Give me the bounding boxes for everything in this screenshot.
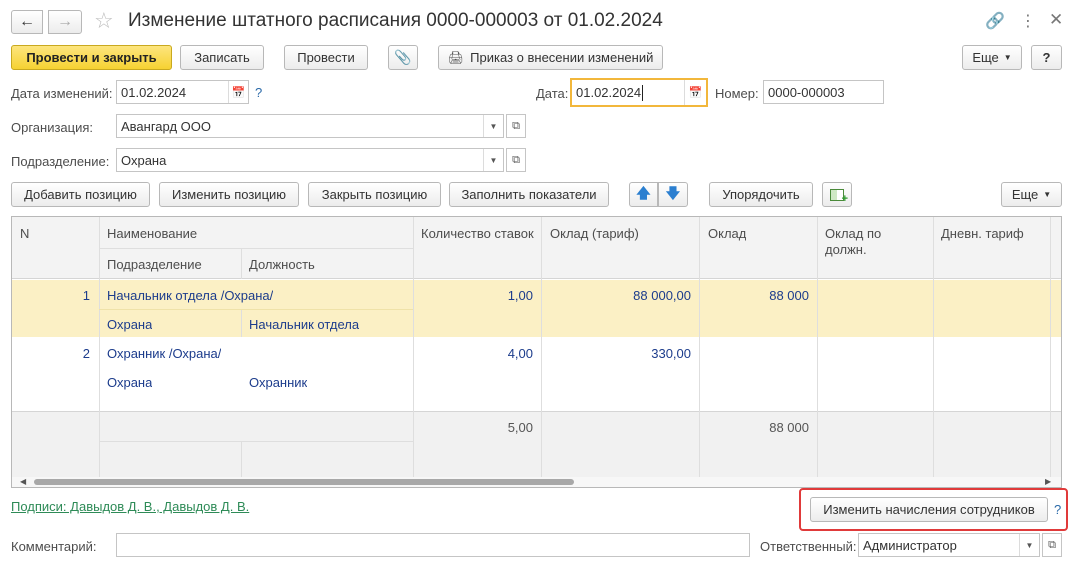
dept-label: Подразделение: [11,154,110,169]
responsible-select[interactable]: Администратор ▼ [858,533,1040,557]
header-rates[interactable]: Количество ставок [421,226,534,241]
comment-field[interactable] [116,533,750,557]
arrow-left-icon: ← [19,13,35,30]
printer-icon: 🖨 [447,49,465,65]
back-button[interactable]: ← [11,10,43,34]
change-date-label: Дата изменений: [11,86,113,101]
header-salary-by-pos-2: должн. [825,242,867,257]
row2-position: Охранник [249,375,308,390]
chevron-down-icon[interactable]: ▼ [483,149,503,171]
total-salary: 88 000 [769,420,809,435]
forward-button[interactable]: → [48,10,82,34]
total-rates: 5,00 [507,420,533,435]
row1-salary: 88 000 [769,288,809,303]
add-position-button[interactable]: Добавить позицию [11,182,150,207]
header-dept[interactable]: Подразделение [107,257,202,272]
help-icon[interactable]: ? [255,85,262,100]
link-icon[interactable]: 🔗 [985,11,1005,31]
date-field[interactable]: 01.02.2024 📅 [570,78,708,107]
header-name[interactable]: Наименование [107,226,197,241]
post-button[interactable]: Провести [284,45,368,70]
row1-position: Начальник отдела [249,317,360,332]
attach-button[interactable]: 📎 [388,45,418,70]
scroll-right-icon[interactable]: ▶ [1045,477,1051,486]
help-icon[interactable]: ? [1054,502,1061,517]
number-label: Номер: [715,86,759,101]
chevron-down-icon[interactable]: ▼ [1019,534,1039,556]
header-salary-by-pos[interactable]: Оклад по [825,226,881,241]
star-icon[interactable]: ☆ [94,8,114,34]
sort-button[interactable]: Упорядочить [709,182,813,207]
row1-n: 1 [82,288,90,303]
more-vert-icon[interactable]: ⋮ [1020,11,1036,31]
horizontal-scrollbar[interactable]: ◀ ▶ [12,477,1061,487]
help-button[interactable]: ? [1031,45,1062,70]
row2-salary-tariff: 330,00 [651,346,691,361]
org-label: Организация: [11,120,94,135]
arrow-down-icon: 🡇 [665,184,681,201]
row1-dept: Охрана [107,317,153,332]
edit-position-button[interactable]: Изменить позицию [159,182,299,207]
fill-indicators-button[interactable]: Заполнить показатели [449,182,609,207]
calendar-icon[interactable]: 📅 [684,80,706,105]
arrow-up-icon: 🡅 [636,184,651,201]
table-more-button[interactable]: Еще ▼ [1001,182,1062,207]
date-label: Дата: [536,86,569,101]
write-button[interactable]: Записать [180,45,264,70]
open-icon[interactable]: ⧉ [506,148,526,172]
signatures-link[interactable]: Подписи: Давыдов Д. В., Давыдов Д. В. [11,499,249,514]
paperclip-icon: 📎 [394,49,412,65]
header-salary-tariff[interactable]: Оклад (тариф) [550,226,639,241]
responsible-label: Ответственный: [760,539,857,554]
header-position[interactable]: Должность [249,257,315,272]
scrollbar-thumb[interactable] [34,479,574,485]
close-icon[interactable]: ✕ [1049,10,1063,30]
move-down-button[interactable]: 🡇 [658,182,688,207]
header-n[interactable]: N [20,226,29,241]
row2-dept: Охрана [107,375,153,390]
page-title: Изменение штатного расписания 0000-00000… [128,10,663,31]
row1-rates: 1,00 [507,288,533,303]
row2-name: Охранник /Охрана/ [107,346,222,361]
change-accruals-button[interactable]: Изменить начисления сотрудников [810,497,1048,522]
number-field[interactable]: 0000-000003 [763,80,884,104]
org-select[interactable]: Авангард ООО ▼ [116,114,504,138]
calendar-icon[interactable]: 📅 [228,81,248,103]
row2-rates: 4,00 [507,346,533,361]
post-and-close-button[interactable]: Провести и закрыть [11,45,172,70]
chevron-down-icon: ▼ [1043,190,1052,199]
row1-name: Начальник отдела /Охрана/ [107,288,274,303]
more-button[interactable]: Еще ▼ [962,45,1022,70]
move-up-button[interactable]: 🡅 [629,182,658,207]
table-add-icon: + [830,188,848,204]
header-salary[interactable]: Оклад [708,226,746,241]
arrow-right-icon: → [57,13,73,30]
open-icon[interactable]: ⧉ [1042,533,1062,557]
row1-salary-tariff: 88 000,00 [633,288,691,303]
comment-label: Комментарий: [11,539,97,554]
table-settings-button[interactable]: + [822,182,852,207]
dept-select[interactable]: Охрана ▼ [116,148,504,172]
chevron-down-icon[interactable]: ▼ [483,115,503,137]
staff-table[interactable]: N Наименование Подразделение Должность К… [11,216,1062,488]
chevron-down-icon: ▼ [1003,53,1012,62]
scroll-left-icon[interactable]: ◀ [20,477,26,486]
header-daily-tariff[interactable]: Дневн. тариф [941,226,1024,241]
row2-n: 2 [82,346,90,361]
open-icon[interactable]: ⧉ [506,114,526,138]
change-date-field[interactable]: 01.02.2024 📅 [116,80,249,104]
close-position-button[interactable]: Закрыть позицию [308,182,441,207]
order-button[interactable]: 🖨 Приказ о внесении изменений [438,45,663,70]
